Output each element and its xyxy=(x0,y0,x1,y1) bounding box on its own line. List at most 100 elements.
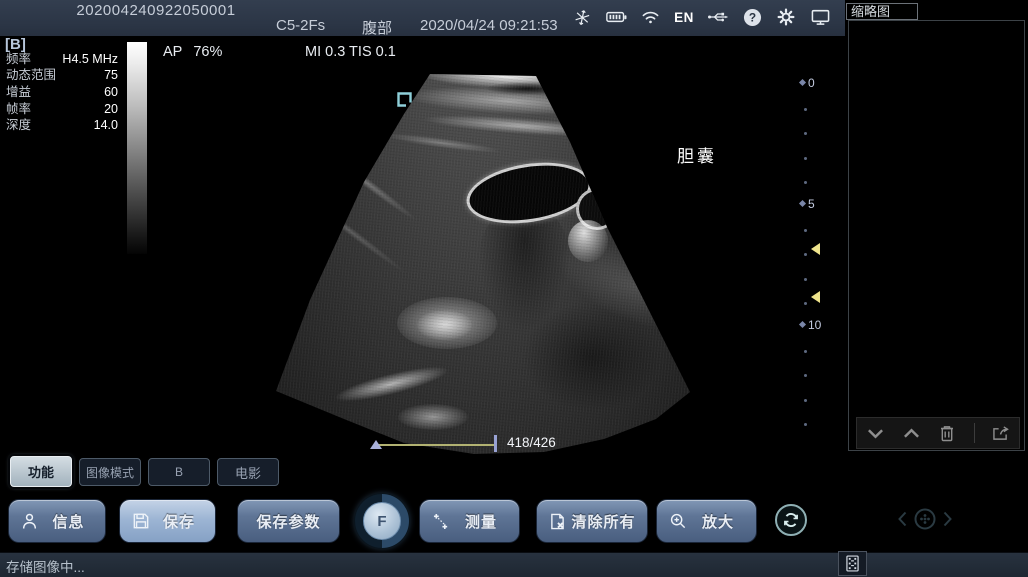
measure-button-label: 测量 xyxy=(451,511,511,532)
param-label: 动态范围 xyxy=(6,68,56,83)
save-button-label: 保存 xyxy=(151,511,207,532)
ruler-dot xyxy=(804,423,807,426)
top-bar: 202004240922050001 C5-2Fs 腹部 2020/04/24 … xyxy=(0,0,845,36)
calipers-measure-icon xyxy=(433,513,451,530)
ruler-dot xyxy=(804,108,807,111)
cine-position-marker[interactable] xyxy=(494,435,497,452)
ruler-dot xyxy=(804,157,807,160)
ruler-dot xyxy=(804,302,807,305)
save-params-button[interactable]: 保存参数 xyxy=(237,499,340,543)
magnifier-zoom-icon xyxy=(670,513,688,529)
param-label: 频率 xyxy=(6,52,31,67)
status-bar xyxy=(0,552,1028,577)
zoom-button[interactable]: 放大 xyxy=(656,499,757,543)
status-message: 存储图像中... xyxy=(6,556,85,576)
topbar-status-icons: EN ? xyxy=(570,3,832,31)
diamond-tick-icon xyxy=(799,79,806,86)
depth-tick-label: 0 xyxy=(808,76,815,90)
param-row: 频率 H4.5 MHz xyxy=(6,52,118,67)
language-indicator[interactable]: EN xyxy=(672,5,696,29)
depth-tick-label: 5 xyxy=(808,197,815,211)
chevron-down-icon[interactable] xyxy=(865,423,885,443)
tab-b-mode[interactable]: B xyxy=(148,458,210,486)
depth-tick: 0 xyxy=(800,77,815,88)
tab-function[interactable]: 功能 xyxy=(10,456,72,487)
ultrasound-image[interactable] xyxy=(252,62,722,454)
param-row: 帧率 20 xyxy=(6,102,118,117)
filmstrip-icon xyxy=(846,555,859,572)
tab-image-mode[interactable]: 图像模式 xyxy=(79,458,141,486)
f-knob-label: F xyxy=(363,502,401,540)
focus-marker-icon xyxy=(811,291,820,303)
display-monitor-icon[interactable] xyxy=(808,5,832,29)
dial-gear-icon xyxy=(913,507,937,531)
clear-all-button[interactable]: 清除所有 xyxy=(536,499,648,543)
wifi-icon xyxy=(638,5,662,29)
cine-frame-counter: 418/426 xyxy=(507,435,556,450)
toolbar-divider xyxy=(974,423,975,443)
measure-button[interactable]: 测量 xyxy=(419,499,520,543)
diamond-tick-icon xyxy=(799,321,806,328)
save-params-button-label: 保存参数 xyxy=(238,511,339,532)
param-value: 14.0 xyxy=(94,118,118,133)
mode-indicator: [B] xyxy=(5,36,26,53)
param-row: 动态范围 75 xyxy=(6,68,118,83)
depth-tick-label: 10 xyxy=(808,318,821,332)
ruler-dot xyxy=(804,278,807,281)
floppy-save-icon xyxy=(133,513,151,529)
save-button[interactable]: 保存 xyxy=(119,499,216,543)
param-value: 20 xyxy=(104,102,118,117)
diamond-tick-icon xyxy=(799,200,806,207)
param-label: 帧率 xyxy=(6,102,31,117)
person-icon xyxy=(22,513,40,530)
focus-marker-icon xyxy=(811,243,820,255)
param-value: H4.5 MHz xyxy=(62,52,118,67)
echo-structure xyxy=(605,189,723,229)
f-knob-dial[interactable]: F xyxy=(355,494,409,548)
dial-control-disabled[interactable] xyxy=(898,505,952,533)
clear-all-button-label: 清除所有 xyxy=(568,511,639,532)
depth-tick: 10 xyxy=(800,319,821,330)
chevron-right-icon xyxy=(943,511,952,527)
grayscale-bar xyxy=(127,42,147,254)
cine-clip-button[interactable] xyxy=(838,551,867,576)
chevron-up-icon[interactable] xyxy=(901,423,921,443)
probe-orientation-marker-icon xyxy=(396,91,413,108)
mi-tis-readout: MI 0.3 TIS 0.1 xyxy=(305,44,396,60)
param-row: 增益 60 xyxy=(6,85,118,100)
help-icon[interactable]: ? xyxy=(740,5,764,29)
param-label: 增益 xyxy=(6,85,31,100)
depth-ruler: 0 5 10 xyxy=(796,82,836,434)
svg-text:?: ? xyxy=(748,10,755,24)
trash-icon[interactable] xyxy=(937,423,957,443)
zoom-button-label: 放大 xyxy=(688,511,748,532)
refresh-icon xyxy=(782,511,800,529)
datetime-label: 2020/04/24 09:21:53 xyxy=(420,17,558,34)
ruler-dot xyxy=(804,229,807,232)
ruler-dot xyxy=(804,253,807,256)
param-label: 深度 xyxy=(6,118,31,133)
clear-document-icon xyxy=(550,513,568,530)
ap-label: AP xyxy=(163,44,182,60)
cine-start-marker xyxy=(370,440,382,449)
battery-icon xyxy=(604,5,628,29)
freeze-snowflake-icon xyxy=(568,3,596,31)
ruler-dot xyxy=(804,350,807,353)
ruler-dot xyxy=(804,399,807,402)
param-value: 75 xyxy=(104,68,118,83)
settings-gear-icon[interactable] xyxy=(774,5,798,29)
thumbnail-toolbar xyxy=(856,417,1020,449)
ruler-dot xyxy=(804,374,807,377)
param-value: 60 xyxy=(104,85,118,100)
acoustic-power-readout: AP 76% xyxy=(163,44,222,60)
info-button[interactable]: 信息 xyxy=(8,499,106,543)
tab-cine[interactable]: 电影 xyxy=(217,458,279,486)
depth-tick: 5 xyxy=(800,198,815,209)
refresh-button[interactable] xyxy=(775,504,807,536)
annotation-label: 胆囊 xyxy=(677,142,717,167)
export-icon[interactable] xyxy=(991,423,1011,443)
thumbnail-panel-tab[interactable]: 缩略图 xyxy=(846,3,918,20)
cine-progress-line xyxy=(376,444,496,446)
ruler-dot xyxy=(804,181,807,184)
exam-preset-label: 腹部 xyxy=(362,17,392,38)
